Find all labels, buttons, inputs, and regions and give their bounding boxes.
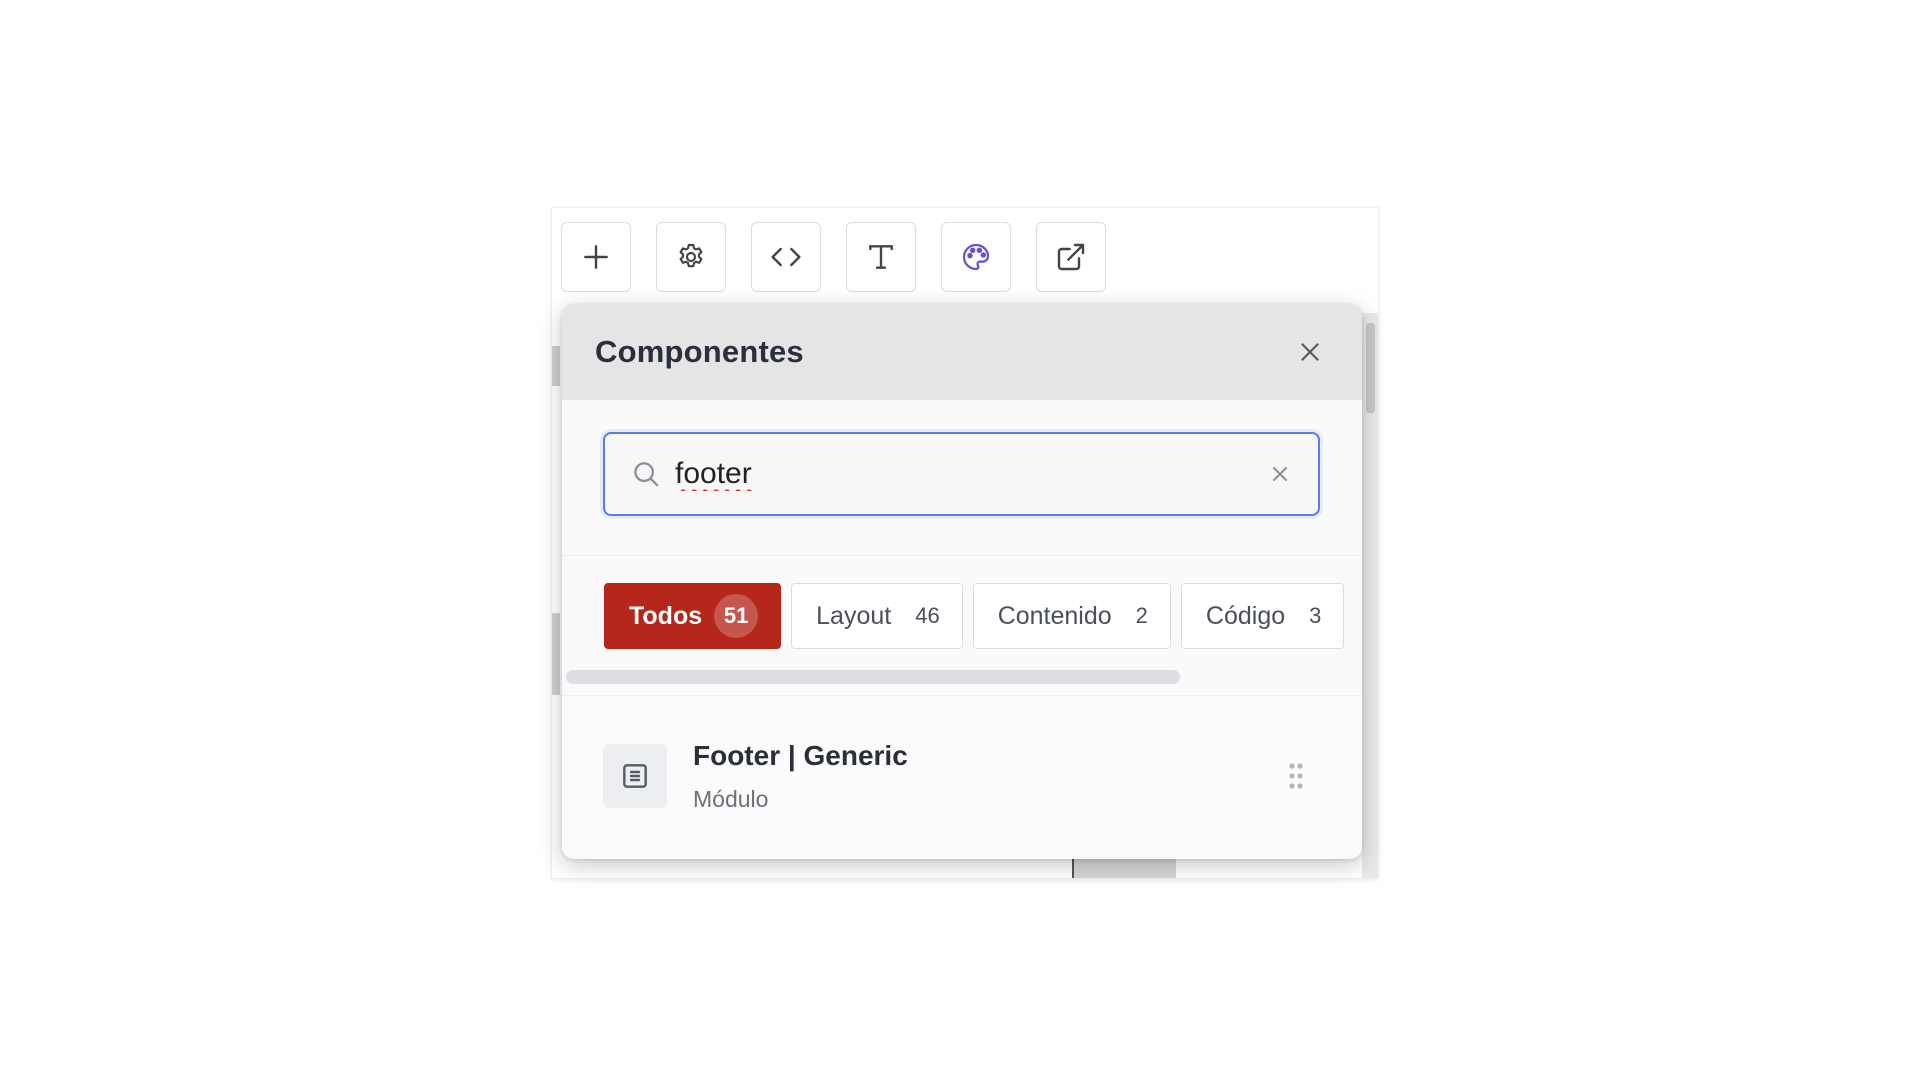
- external-link-icon: [1057, 243, 1085, 271]
- code-icon: [771, 247, 801, 267]
- editor-scrollbar-thumb[interactable]: [1366, 323, 1375, 413]
- filter-chip-label: Código: [1205, 601, 1286, 630]
- list-item-title: Footer | Generic: [693, 739, 908, 771]
- list-item-text: Footer | Generic Módulo: [693, 740, 1286, 813]
- filter-chip-label: Contenido: [997, 601, 1112, 630]
- search-icon: [634, 462, 659, 487]
- open-external-button[interactable]: [1036, 222, 1106, 292]
- list-item-subtitle: Módulo: [693, 785, 769, 812]
- drag-handle-icon[interactable]: [1286, 761, 1306, 791]
- filter-chips: Todos 51 Layout 46 Contenido 2 Código 3: [604, 583, 1362, 649]
- background-block: [552, 346, 560, 386]
- filter-scrollbar[interactable]: [566, 670, 1180, 684]
- filter-chip-label: Todos: [629, 601, 703, 630]
- background-element: [1072, 856, 1176, 878]
- text-button[interactable]: [846, 222, 916, 292]
- filter-chip-count: 46: [915, 603, 940, 628]
- panel-header: Componentes: [562, 304, 1362, 400]
- close-button[interactable]: [1292, 334, 1328, 370]
- module-icon: [603, 744, 667, 808]
- code-button[interactable]: [751, 222, 821, 292]
- plus-icon: [584, 245, 608, 269]
- filter-bar: Todos 51 Layout 46 Contenido 2 Código 3: [562, 556, 1362, 696]
- editor-toolbar: [561, 222, 1106, 292]
- theme-button[interactable]: [941, 222, 1011, 292]
- search-box[interactable]: [603, 432, 1320, 516]
- text-icon: [869, 245, 893, 269]
- settings-button[interactable]: [656, 222, 726, 292]
- filter-chip-count: 2: [1135, 603, 1148, 628]
- gear-icon: [679, 243, 703, 268]
- filter-chip-layout[interactable]: Layout 46: [791, 583, 963, 649]
- editor-scrollbar[interactable]: [1362, 313, 1378, 878]
- add-button[interactable]: [561, 222, 631, 292]
- filter-chip-codigo[interactable]: Código 3: [1180, 583, 1345, 649]
- filter-chip-contenido[interactable]: Contenido 2: [972, 583, 1171, 649]
- components-panel: Componentes Todos 51 Layout 46 Contenido…: [562, 304, 1362, 859]
- close-icon: [1301, 343, 1319, 361]
- filter-chip-count: 51: [714, 594, 759, 638]
- clear-icon[interactable]: [1268, 462, 1292, 486]
- search-input[interactable]: [675, 452, 1235, 496]
- list-item[interactable]: Footer | Generic Módulo: [562, 696, 1362, 856]
- filter-chip-count: 3: [1309, 603, 1322, 628]
- filter-chip-todos[interactable]: Todos 51: [604, 583, 782, 649]
- panel-title: Componentes: [595, 334, 804, 369]
- palette-icon: [962, 243, 990, 271]
- background-block: [552, 613, 560, 695]
- search-section: [562, 400, 1362, 556]
- filter-chip-label: Layout: [816, 601, 892, 630]
